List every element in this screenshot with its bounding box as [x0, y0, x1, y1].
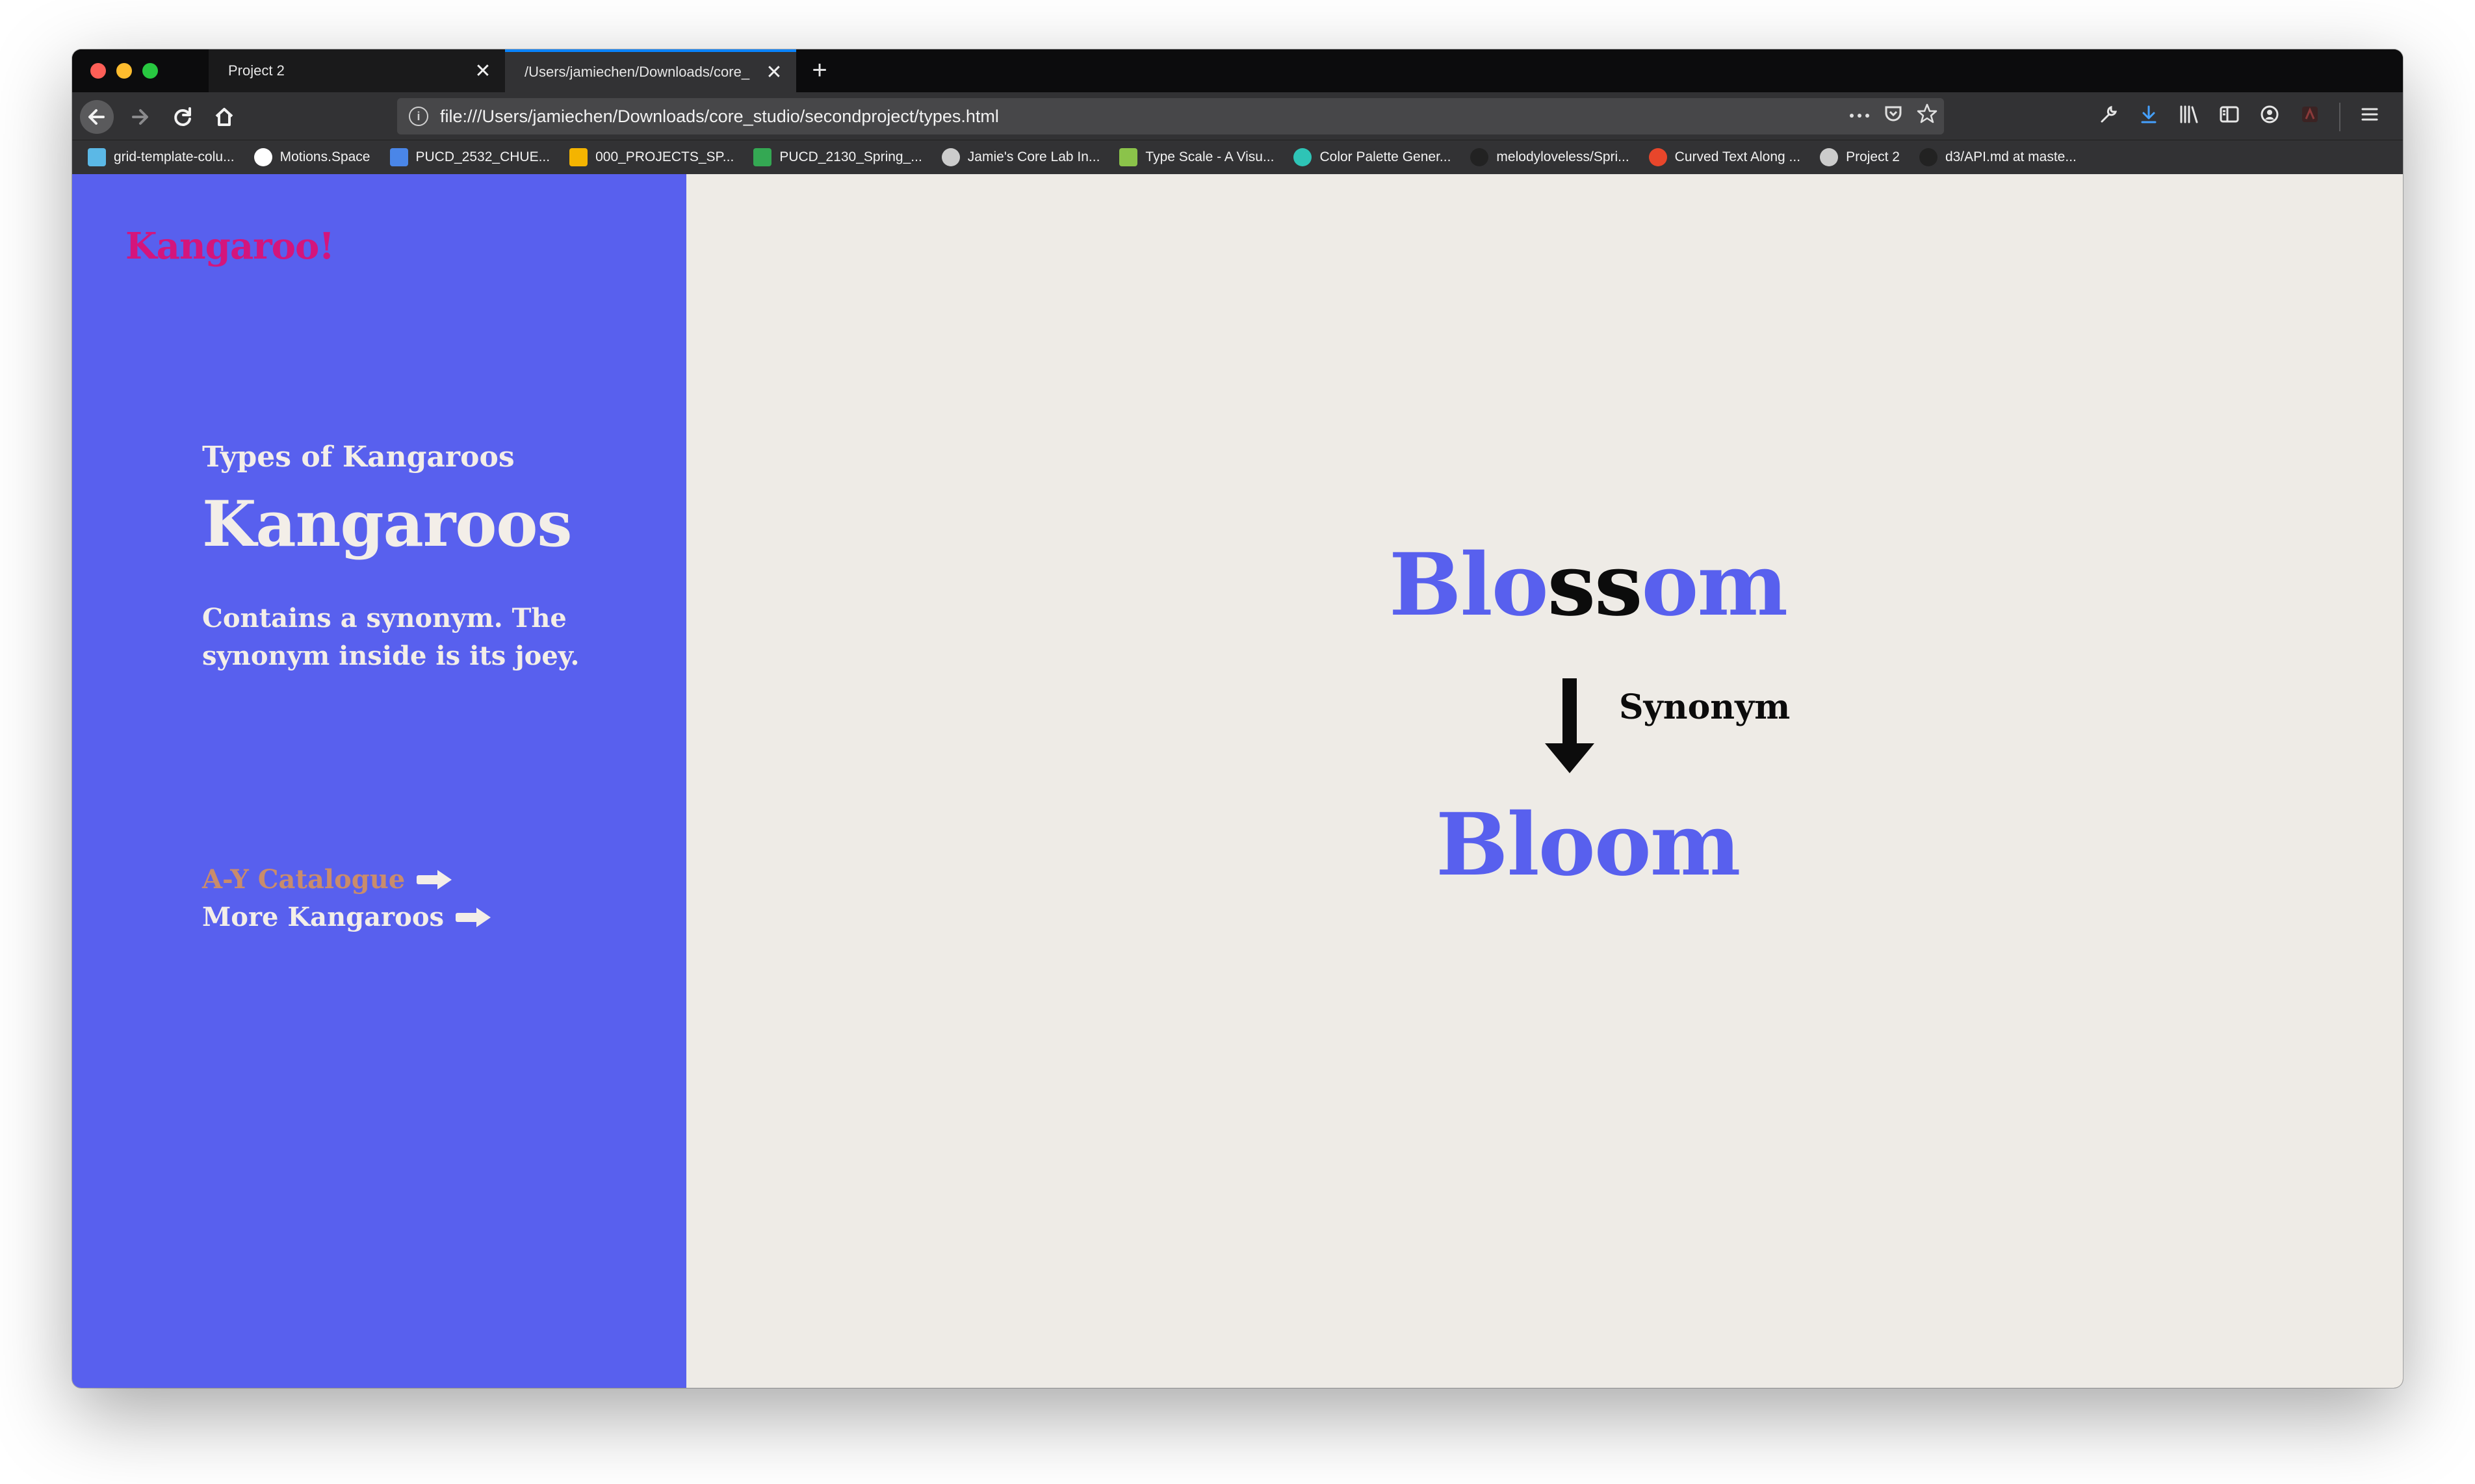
- palette-icon: [1293, 148, 1312, 166]
- bookmark-label: PUCD_2532_CHUE...: [415, 149, 551, 164]
- bookmark-item[interactable]: PUCD_2130_Spring_...: [753, 148, 922, 166]
- joey-letters: ss: [1547, 535, 1643, 635]
- tab-label: /Users/jamiechen/Downloads/core_: [525, 64, 750, 80]
- bookmark-label: Curved Text Along ...: [1674, 149, 1801, 164]
- bookmark-label: Color Palette Gener...: [1319, 149, 1451, 164]
- tab-project-2[interactable]: Project 2 ✕: [209, 49, 505, 92]
- close-icon[interactable]: ✕: [470, 60, 496, 83]
- toolbar-actions: [2088, 100, 2390, 134]
- bookmark-label: 000_PROJECTS_SP...: [595, 149, 734, 164]
- bookmark-label: Jamie's Core Lab In...: [967, 149, 1100, 164]
- bookmark-item[interactable]: PUCD_2532_CHUE...: [389, 148, 551, 166]
- page-description: Contains a synonym. The synonym inside i…: [202, 603, 580, 671]
- sidebar: Kangaroo! Types of Kangaroos Kangaroos C…: [72, 174, 686, 1388]
- globe-icon: [1820, 148, 1839, 166]
- home-icon: [215, 108, 233, 126]
- bookmark-label: grid-template-colu...: [114, 149, 235, 164]
- page-content: Kangaroo! Types of Kangaroos Kangaroos C…: [72, 174, 2403, 1388]
- arrow-right-icon: [456, 907, 492, 927]
- back-button[interactable]: [80, 100, 114, 134]
- bookmarks-bar: grid-template-colu... Motions.Space PUCD_2…: [72, 140, 2403, 174]
- toolbar-separator: [2339, 103, 2340, 131]
- url-bar[interactable]: i: [397, 98, 1944, 134]
- kangaroo-word: Blossom: [1389, 535, 1788, 635]
- extension-icon[interactable]: [2290, 105, 2330, 129]
- bookmark-label: melodyloveless/Spri...: [1496, 149, 1629, 164]
- bookmark-label: Type Scale - A Visu...: [1145, 149, 1275, 164]
- bookmark-star-icon[interactable]: [1910, 103, 1944, 130]
- tab-strip: Project 2 ✕ /Users/jamiechen/Downloads/c…: [72, 49, 2403, 92]
- bookmark-item[interactable]: Motions.Space: [253, 148, 370, 166]
- catalogue-link-label: A-Y Catalogue: [202, 864, 406, 895]
- library-icon[interactable]: [2169, 104, 2209, 130]
- wrench-icon[interactable]: [2088, 104, 2129, 130]
- account-icon[interactable]: [2249, 104, 2290, 130]
- hamburger-menu-icon[interactable]: [2350, 105, 2390, 129]
- browser-window: Project 2 ✕ /Users/jamiechen/Downloads/c…: [72, 49, 2403, 1388]
- reload-button[interactable]: [166, 100, 200, 134]
- tab-types-html[interactable]: /Users/jamiechen/Downloads/core_ ✕: [505, 49, 796, 92]
- page-title: Kangaroos: [202, 487, 572, 561]
- kangaroo-word-part: Blo: [1389, 535, 1549, 635]
- more-kangaroos-link[interactable]: More Kangaroos: [202, 902, 492, 932]
- url-input[interactable]: [440, 106, 1843, 127]
- bookmark-label: Motions.Space: [279, 149, 370, 164]
- codesandbox-icon: [1648, 148, 1667, 166]
- arrow-down-icon: [1544, 678, 1596, 776]
- bookmark-label: Project 2: [1846, 149, 1900, 164]
- sidebar-toggle-icon[interactable]: [2209, 105, 2249, 129]
- arrow-right-icon: [417, 869, 453, 889]
- github-icon: [1470, 148, 1489, 166]
- bookmark-item[interactable]: d3/API.md at maste...: [1919, 148, 2077, 166]
- bookmark-item[interactable]: Type Scale - A Visu...: [1119, 148, 1274, 166]
- forward-button[interactable]: [123, 100, 157, 134]
- github-icon: [1919, 148, 1937, 166]
- bookmark-item[interactable]: melodyloveless/Spri...: [1470, 148, 1629, 166]
- close-window-button[interactable]: [90, 63, 106, 79]
- bookmark-item[interactable]: grid-template-colu...: [88, 148, 235, 166]
- docs-icon: [389, 148, 408, 166]
- bookmark-item[interactable]: 000_PROJECTS_SP...: [569, 148, 734, 166]
- bookmark-item[interactable]: Project 2: [1820, 148, 1900, 166]
- joey-word: Bloom: [1436, 795, 1741, 895]
- tab-label: Project 2: [228, 62, 285, 79]
- new-tab-button[interactable]: +: [803, 53, 836, 87]
- globe-icon: [941, 148, 960, 166]
- minimize-window-button[interactable]: [116, 63, 132, 79]
- circle-icon: [253, 148, 272, 166]
- download-icon[interactable]: [2129, 104, 2169, 130]
- bookmark-label: PUCD_2130_Spring_...: [779, 149, 922, 164]
- navigation-toolbar: i: [72, 92, 2403, 140]
- drive-icon: [753, 148, 772, 166]
- bookmark-label: d3/API.md at maste...: [1945, 149, 2077, 164]
- home-button[interactable]: [207, 100, 241, 134]
- more-actions-icon[interactable]: [1843, 105, 1876, 127]
- bookmark-item[interactable]: Curved Text Along ...: [1648, 148, 1801, 166]
- more-kangaroos-link-label: More Kangaroos: [202, 902, 445, 932]
- catalogue-link[interactable]: A-Y Catalogue: [202, 864, 453, 895]
- arrow-right-icon: [132, 109, 148, 125]
- pocket-icon[interactable]: [1876, 103, 1910, 129]
- close-icon[interactable]: ✕: [761, 61, 787, 84]
- drive-icon: [569, 148, 588, 166]
- bookmark-item[interactable]: Color Palette Gener...: [1293, 148, 1451, 166]
- arrow-left-icon: [88, 109, 105, 125]
- section-kicker: Types of Kangaroos: [202, 441, 515, 474]
- zoom-window-button[interactable]: [142, 63, 158, 79]
- type-scale-icon: [1119, 148, 1138, 166]
- synonym-label: Synonym: [1619, 687, 1791, 727]
- codepen-icon: [88, 148, 106, 166]
- logo[interactable]: Kangaroo!: [125, 225, 335, 268]
- info-icon[interactable]: i: [409, 107, 428, 126]
- reload-icon: [174, 107, 191, 126]
- bookmark-item[interactable]: Jamie's Core Lab In...: [941, 148, 1100, 166]
- kangaroo-word-part: om: [1641, 535, 1788, 635]
